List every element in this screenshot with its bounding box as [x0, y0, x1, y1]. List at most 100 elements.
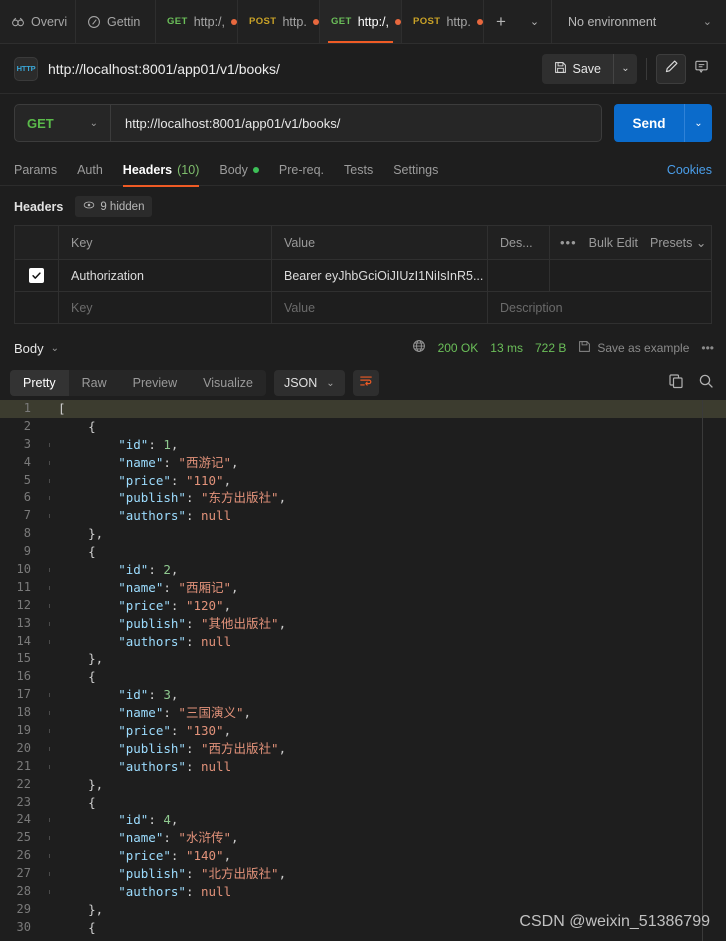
- code-line: 3 "id": 1,: [0, 436, 726, 454]
- tab-pretty[interactable]: Pretty: [10, 370, 69, 396]
- tab-getting-started[interactable]: Gettin: [76, 0, 156, 43]
- new-tab-button[interactable]: +: [484, 0, 518, 43]
- tab-tests[interactable]: Tests: [344, 154, 373, 186]
- tab-headers[interactable]: Headers (10): [122, 154, 199, 187]
- tab-overview[interactable]: Overvi: [0, 0, 76, 43]
- line-number: 25: [16, 830, 31, 845]
- code-line: 10 "id": 2,: [0, 561, 726, 579]
- wrap-lines-icon: [359, 374, 373, 393]
- chevron-down-icon: ⌄: [89, 117, 98, 129]
- row-checkbox[interactable]: [29, 268, 44, 283]
- presets-dropdown[interactable]: Presets ⌄: [650, 235, 706, 250]
- table-row-empty: Key Value Description: [15, 292, 711, 324]
- comment-button[interactable]: [686, 54, 716, 84]
- comment-icon: [694, 59, 709, 79]
- code-text: {: [58, 919, 96, 935]
- code-line: 7 "authors": null: [0, 507, 726, 525]
- copy-button[interactable]: [668, 373, 684, 394]
- line-number: 6: [23, 490, 31, 505]
- tab-label: http:/,: [357, 14, 390, 29]
- line-number: 4: [23, 454, 31, 469]
- tab-auth[interactable]: Auth: [77, 154, 103, 186]
- empty-row-value-input[interactable]: Value: [272, 292, 488, 323]
- code-text: "name": "水浒传",: [58, 830, 239, 846]
- environment-selector[interactable]: No environment ⌄: [552, 0, 726, 43]
- tab-request-2[interactable]: POST http.: [238, 0, 320, 43]
- tab-list-chevron-down-icon[interactable]: ⌄: [518, 0, 552, 43]
- code-line: 21 "authors": null: [0, 758, 726, 776]
- line-number: 7: [23, 508, 31, 523]
- line-number: 3: [23, 436, 31, 451]
- http-protocol-icon: HTTP: [14, 56, 38, 81]
- chevron-down-icon: ⌄: [695, 236, 707, 250]
- wrap-lines-button[interactable]: [352, 370, 379, 396]
- tab-request-1[interactable]: GET http:/,: [156, 0, 238, 43]
- code-line: 16 {: [0, 668, 726, 686]
- save-options-chevron-down-icon[interactable]: ⌄: [613, 53, 637, 84]
- response-body-viewer[interactable]: 1[2 {3 "id": 1, 4 "name": "西游记", 5 "price"…: [0, 400, 726, 941]
- response-view-actions: [668, 373, 714, 394]
- code-text: "authors": null: [58, 508, 232, 524]
- send-button[interactable]: Send: [614, 104, 684, 142]
- code-text: },: [58, 651, 104, 667]
- json-code: 1[2 {3 "id": 1, 4 "name": "西游记", 5 "price"…: [0, 400, 726, 937]
- select-all-cell: [15, 226, 59, 259]
- send-options-chevron-down-icon[interactable]: ⌄: [684, 104, 712, 142]
- unsaved-dot-icon: [476, 18, 483, 25]
- more-options-icon[interactable]: •••: [560, 235, 577, 250]
- code-text: },: [58, 901, 104, 917]
- method-selector[interactable]: GET ⌄: [15, 105, 111, 141]
- tab-preview[interactable]: Preview: [120, 370, 190, 396]
- tab-request-4[interactable]: POST http.: [402, 0, 484, 43]
- line-number: 22: [16, 776, 31, 791]
- code-text: "id": 1,: [58, 436, 179, 452]
- tab-method: GET: [167, 16, 188, 27]
- save-icon: [554, 61, 567, 77]
- line-number: 29: [16, 901, 31, 916]
- code-line: 25 "name": "水浒传",: [0, 829, 726, 847]
- tab-body[interactable]: Body: [219, 154, 259, 186]
- tab-raw[interactable]: Raw: [69, 370, 120, 396]
- response-more-options-icon[interactable]: •••: [701, 341, 714, 355]
- tab-label: http.: [282, 14, 307, 29]
- pencil-icon: [664, 59, 679, 79]
- column-value: Value: [272, 226, 488, 259]
- save-as-example-button[interactable]: Save as example: [578, 340, 689, 356]
- empty-row-key-input[interactable]: Key: [59, 292, 272, 323]
- row-value-cell[interactable]: Bearer eyJhbGciOiJIUzI1NiIsInR5...: [272, 260, 488, 291]
- line-number: 12: [16, 597, 31, 612]
- code-line: 18 "name": "三国演义",: [0, 704, 726, 722]
- save-button[interactable]: Save: [541, 53, 613, 84]
- tab-settings[interactable]: Settings: [393, 154, 438, 186]
- tab-label: Overvi: [31, 14, 68, 29]
- tab-request-3-active[interactable]: GET http:/,: [320, 0, 402, 43]
- row-key-cell[interactable]: Authorization: [59, 260, 272, 291]
- empty-row-checkbox-cell: [15, 292, 59, 323]
- bulk-edit-button[interactable]: Bulk Edit: [589, 236, 638, 250]
- search-button[interactable]: [698, 373, 714, 394]
- code-line: 6 "publish": "东方出版社",: [0, 489, 726, 507]
- line-number: 11: [16, 579, 31, 594]
- edit-button[interactable]: [656, 53, 686, 84]
- empty-row-description-input[interactable]: Description: [488, 292, 711, 323]
- code-text: "price": "120",: [58, 597, 232, 613]
- tab-pre-request[interactable]: Pre-req.: [279, 154, 324, 186]
- response-status-bar: Body ⌄ 200 OK 13 ms 722 B Save as exampl…: [0, 330, 726, 366]
- row-actions-cell: [550, 260, 711, 291]
- language-selector[interactable]: JSON ⌄: [273, 370, 345, 396]
- vertical-scrollbar[interactable]: [702, 400, 703, 941]
- row-description-cell[interactable]: [488, 260, 550, 291]
- code-text: "authors": null: [58, 758, 232, 774]
- hidden-headers-label: 9 hidden: [100, 200, 145, 213]
- tab-label: Body: [219, 162, 248, 177]
- cookies-link[interactable]: Cookies: [667, 163, 712, 177]
- tab-visualize[interactable]: Visualize: [190, 370, 266, 396]
- tab-params[interactable]: Params: [14, 154, 57, 186]
- code-text: {: [58, 669, 96, 685]
- response-body-selector[interactable]: Body ⌄: [14, 341, 59, 356]
- url-input[interactable]: [111, 105, 601, 141]
- tab-label: Headers: [122, 162, 173, 177]
- code-line: 26 "price": "140",: [0, 847, 726, 865]
- tab-label: http.: [446, 14, 471, 29]
- hidden-headers-toggle[interactable]: 9 hidden: [75, 196, 153, 217]
